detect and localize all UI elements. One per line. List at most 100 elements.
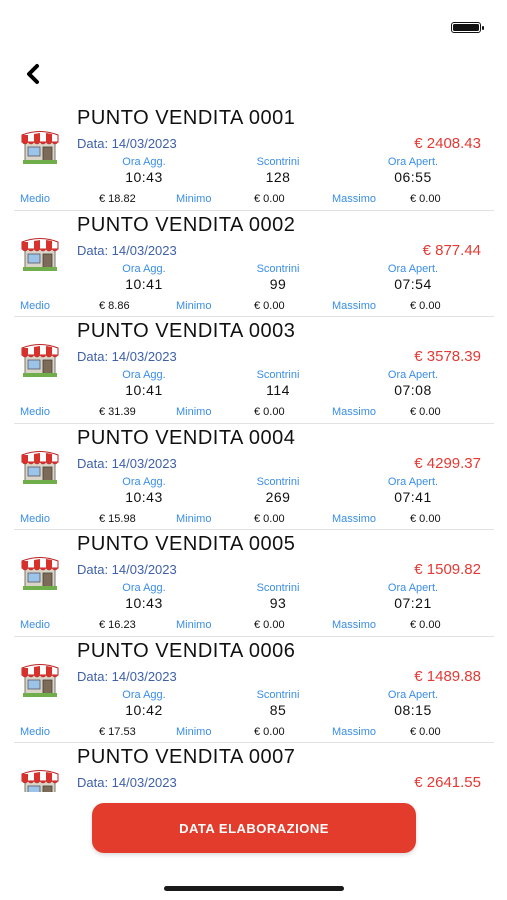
store-name: PUNTO VENDITA 0002	[77, 213, 296, 236]
medio-value: € 15.98	[99, 512, 136, 525]
stat-ora-agg: Ora Agg. 10:41	[99, 263, 189, 293]
stat-ora-agg: Ora Agg. 10:43	[99, 476, 189, 506]
store-name: PUNTO VENDITA 0003	[77, 320, 296, 342]
minimo-label: Minimo	[176, 725, 212, 738]
medio-value: € 31.39	[99, 406, 136, 418]
home-indicator[interactable]	[164, 886, 344, 891]
store-date: Data: 14/03/2023	[77, 136, 177, 151]
stat-value: 07:54	[394, 275, 432, 292]
stat-value: 10:41	[125, 382, 163, 398]
stat-ora-agg: Ora Agg. 10:43	[99, 582, 189, 612]
massimo-label: Massimo	[332, 619, 377, 631]
medio-label: Medio	[20, 193, 50, 205]
minimo-value: € 0.00	[254, 406, 285, 418]
minimo-label: Minimo	[176, 193, 212, 205]
store-total: € 3578.39	[414, 348, 481, 365]
medio-value: € 16.23	[99, 619, 136, 631]
stat-scontrini: Scontrini 269	[233, 476, 323, 506]
massimo-label: Massimo	[332, 725, 377, 738]
stat-label: Ora Apert.	[387, 688, 439, 701]
summary-line: Medio € 8.86 Minimo € 0.00 Massimo € 0.0…	[14, 299, 494, 313]
summary-line: Medio € 15.98 Minimo € 0.00 Massimo € 0.…	[14, 512, 494, 526]
stat-value: 10:43	[125, 169, 163, 185]
stat-label: Scontrini	[256, 582, 300, 594]
stat-ora-apert: Ora Apert. 07:54	[368, 263, 458, 293]
store-row[interactable]: PUNTO VENDITA 0001 Data: 14/03/2023 € 24…	[14, 104, 494, 211]
minimo-label: Minimo	[176, 619, 212, 631]
summary-line: Medio € 31.39 Minimo € 0.00 Massimo € 0.…	[14, 405, 494, 419]
medio-label: Medio	[20, 406, 50, 418]
minimo-value: € 0.00	[254, 512, 285, 525]
medio-label: Medio	[20, 725, 50, 738]
store-date: Data: 14/03/2023	[77, 455, 177, 471]
store-name: PUNTO VENDITA 0004	[77, 426, 296, 449]
stat-label: Scontrini	[256, 369, 300, 381]
stat-label: Scontrini	[256, 475, 300, 488]
minimo-value: € 0.00	[254, 725, 285, 738]
store-row[interactable]: PUNTO VENDITA 0007 Data: 14/03/2023 € 26…	[14, 743, 494, 792]
stat-scontrini: Scontrini 128	[233, 156, 323, 186]
store-total: € 2641.55	[414, 774, 481, 791]
massimo-value: € 0.00	[410, 619, 441, 631]
storefront-icon	[21, 557, 59, 590]
massimo-value: € 0.00	[410, 725, 441, 738]
stat-label: Ora Apert.	[387, 156, 439, 168]
massimo-value: € 0.00	[410, 512, 441, 525]
stat-label: Ora Agg.	[122, 369, 166, 381]
stat-label: Ora Apert.	[387, 262, 439, 275]
battery-icon	[451, 22, 484, 33]
stat-value: 10:43	[125, 595, 163, 611]
medio-value: € 18.82	[99, 193, 136, 205]
store-row[interactable]: PUNTO VENDITA 0006 Data: 14/03/2023 € 14…	[14, 637, 494, 743]
stat-ora-apert: Ora Apert. 08:15	[368, 689, 458, 719]
action-button-label: DATA ELABORAZIONE	[179, 820, 329, 836]
massimo-value: € 0.00	[410, 406, 441, 418]
stat-label: Ora Agg.	[122, 262, 166, 275]
minimo-value: € 0.00	[254, 619, 285, 631]
back-button[interactable]	[18, 60, 48, 88]
massimo-label: Massimo	[332, 512, 377, 525]
store-date: Data: 14/03/2023	[77, 668, 177, 684]
stat-label: Scontrini	[256, 156, 300, 168]
store-row[interactable]: PUNTO VENDITA 0005 Data: 14/03/2023 € 15…	[14, 530, 494, 637]
stat-label: Ora Apert.	[387, 475, 439, 488]
store-date: Data: 14/03/2023	[77, 242, 177, 258]
stat-label: Ora Agg.	[122, 156, 166, 168]
stat-value: 93	[269, 595, 287, 611]
summary-line: Medio € 18.82 Minimo € 0.00 Massimo € 0.…	[14, 192, 494, 206]
summary-line: Medio € 17.53 Minimo € 0.00 Massimo € 0.…	[14, 725, 494, 739]
storefront-icon	[21, 131, 59, 164]
store-total: € 2408.43	[414, 135, 481, 152]
stat-scontrini: Scontrini 85	[233, 689, 323, 719]
medio-value: € 17.53	[99, 725, 136, 738]
stat-label: Ora Agg.	[122, 475, 166, 488]
stat-value: 10:43	[125, 488, 163, 505]
minimo-label: Minimo	[176, 406, 212, 418]
stat-scontrini: Scontrini 99	[233, 263, 323, 293]
stat-ora-apert: Ora Apert. 06:55	[368, 156, 458, 186]
stat-ora-apert: Ora Apert. 07:41	[368, 476, 458, 506]
store-row[interactable]: PUNTO VENDITA 0002 Data: 14/03/2023 € 87…	[14, 211, 494, 317]
storefront-icon	[21, 344, 59, 377]
stat-value: 85	[269, 701, 287, 718]
massimo-value: € 0.00	[410, 299, 441, 312]
medio-value: € 8.86	[99, 299, 130, 312]
minimo-value: € 0.00	[254, 193, 285, 205]
store-date: Data: 14/03/2023	[77, 775, 177, 790]
stat-value: 114	[266, 382, 290, 398]
store-name: PUNTO VENDITA 0001	[77, 107, 296, 129]
store-row[interactable]: PUNTO VENDITA 0003 Data: 14/03/2023 € 35…	[14, 317, 494, 424]
store-name: PUNTO VENDITA 0006	[77, 639, 296, 662]
stat-value: 06:55	[394, 169, 432, 185]
summary-line: Medio € 16.23 Minimo € 0.00 Massimo € 0.…	[14, 618, 494, 632]
store-total: € 4299.37	[414, 454, 481, 472]
store-list[interactable]: PUNTO VENDITA 0001 Data: 14/03/2023 € 24…	[0, 104, 507, 792]
minimo-label: Minimo	[176, 512, 212, 525]
minimo-value: € 0.00	[254, 299, 285, 312]
data-elaborazione-button[interactable]: DATA ELABORAZIONE	[92, 803, 416, 853]
store-row[interactable]: PUNTO VENDITA 0004 Data: 14/03/2023 € 42…	[14, 424, 494, 530]
store-date: Data: 14/03/2023	[77, 349, 177, 364]
status-bar	[0, 0, 507, 50]
store-total: € 877.44	[422, 241, 481, 259]
storefront-icon	[21, 450, 59, 484]
